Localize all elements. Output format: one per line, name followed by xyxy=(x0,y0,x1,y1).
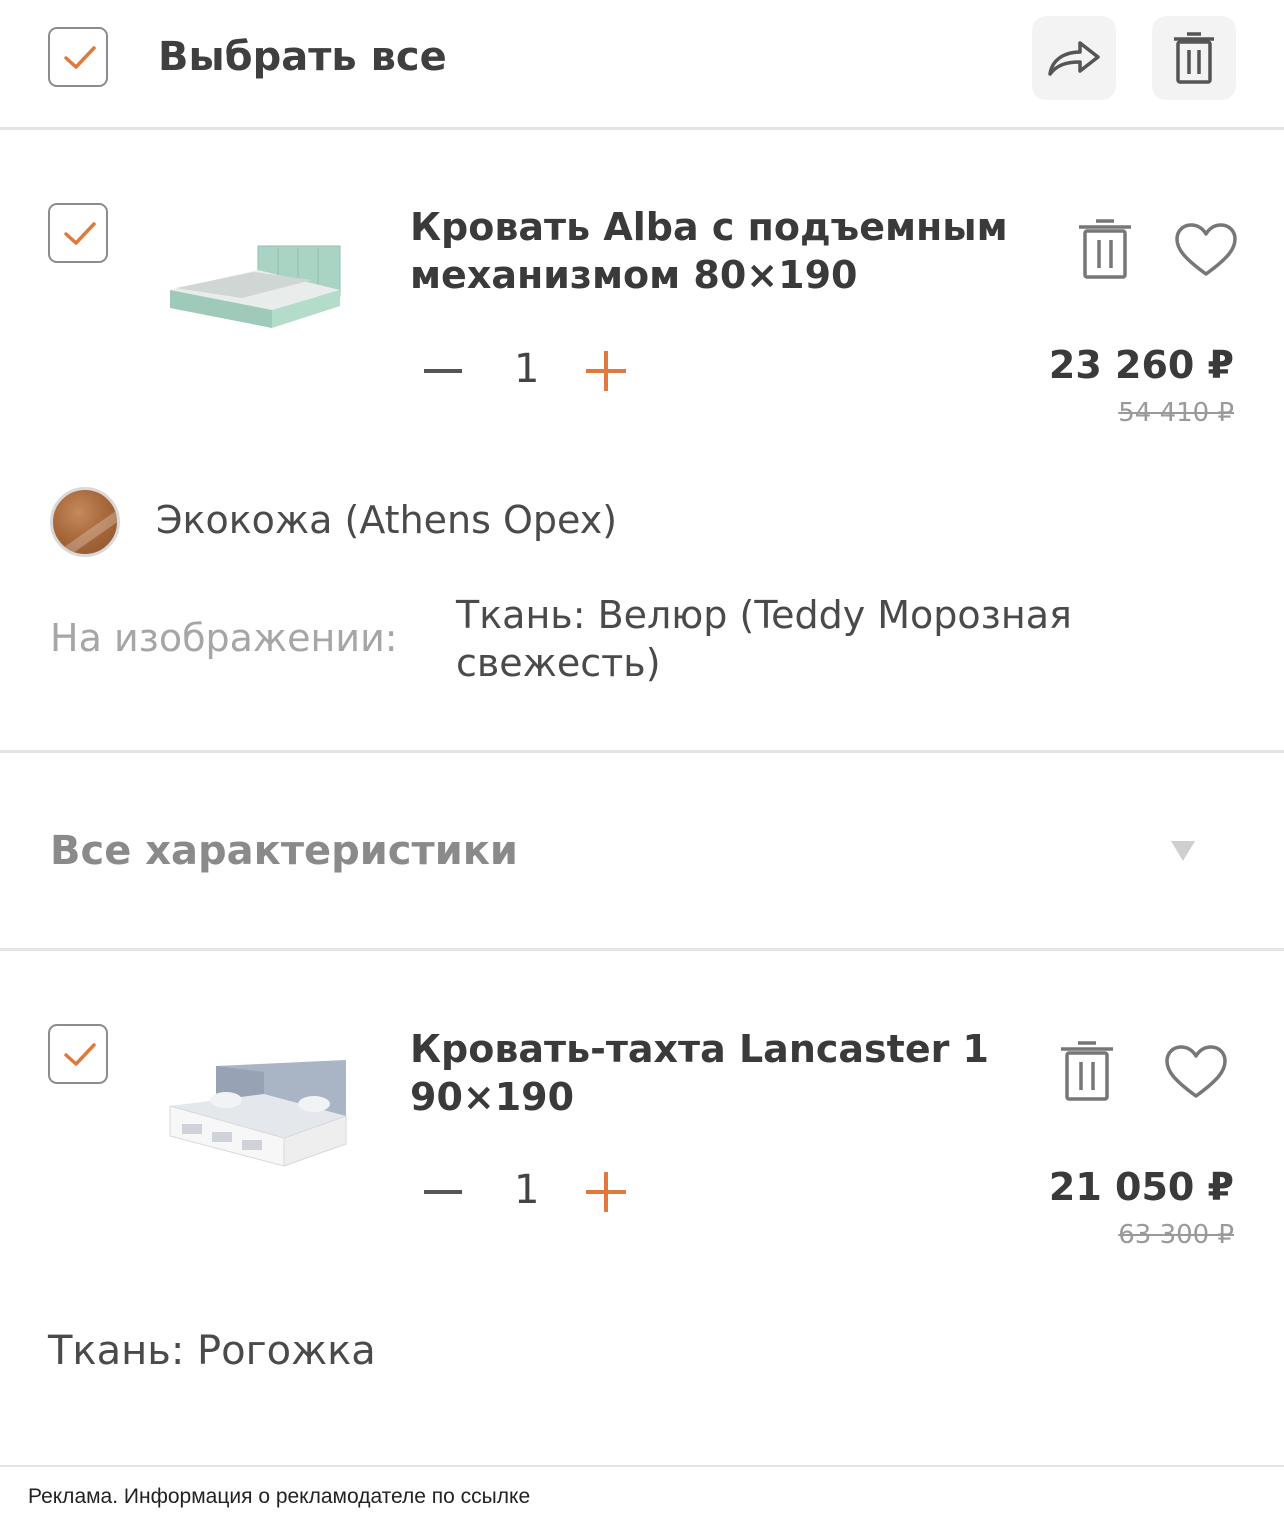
product-2-favorite-icon[interactable] xyxy=(1164,1044,1228,1100)
product-2-image[interactable] xyxy=(164,1058,352,1170)
product-1-qty-value[interactable]: 1 xyxy=(514,346,539,392)
product-1-material-swatch[interactable] xyxy=(50,487,120,557)
product-2-price: 21 050 ₽ xyxy=(1048,1165,1234,1209)
product-1-qty-increase[interactable] xyxy=(586,351,626,391)
product-2-qty-increase[interactable] xyxy=(586,1172,626,1212)
specs-divider xyxy=(0,948,1284,951)
checkmark-icon xyxy=(64,222,96,245)
all-specs-toggle[interactable]: Все характеристики xyxy=(50,828,518,874)
ad-disclaimer-link[interactable]: Реклама. Информация о рекламодателе по с… xyxy=(28,1485,530,1509)
image-caption-value-line2: свежесть) xyxy=(456,641,661,685)
product-1-qty-decrease[interactable] xyxy=(424,369,462,373)
share-icon xyxy=(1048,41,1100,76)
chevron-down-icon[interactable] xyxy=(1170,840,1196,862)
product-1-image[interactable] xyxy=(162,240,348,340)
product-2-fabric-label: Ткань: Рогожка xyxy=(48,1328,376,1374)
product-1-divider xyxy=(0,750,1284,753)
image-caption-value-line1: Ткань: Велюр (Teddy Морозная xyxy=(456,593,1072,637)
trash-icon xyxy=(1174,32,1214,84)
product-2-checkbox[interactable] xyxy=(48,1024,108,1084)
product-1-delete-icon[interactable] xyxy=(1078,218,1132,280)
select-all-checkbox[interactable] xyxy=(48,27,108,87)
checkmark-icon xyxy=(64,1043,96,1066)
product-1-old-price: 54 410 ₽ xyxy=(1118,398,1234,428)
product-1-material-label: Экокожа (Athens Opex) xyxy=(156,498,618,542)
product-1-title-line1: Кровать Alba с подъемным xyxy=(410,205,1008,249)
product-1-checkbox[interactable] xyxy=(48,203,108,263)
product-1-price: 23 260 ₽ xyxy=(1048,343,1234,387)
select-all-label: Выбрать все xyxy=(158,34,447,80)
checkmark-icon xyxy=(64,46,96,69)
delete-selected-button[interactable] xyxy=(1152,16,1236,100)
product-2-title-line2: 90×190 xyxy=(410,1075,575,1119)
product-1-title[interactable]: Кровать Alba с подъемным механизмом 80×1… xyxy=(410,203,1008,299)
product-2-title[interactable]: Кровать-тахта Lancaster 1 90×190 xyxy=(410,1025,989,1121)
header-divider xyxy=(0,127,1284,130)
image-caption-value: Ткань: Велюр (Teddy Морозная свежесть) xyxy=(456,591,1216,687)
product-2-delete-icon[interactable] xyxy=(1060,1040,1114,1102)
share-button[interactable] xyxy=(1032,16,1116,100)
product-2-qty-decrease[interactable] xyxy=(424,1190,462,1194)
product-1-favorite-icon[interactable] xyxy=(1174,222,1238,278)
product-2-old-price: 63 300 ₽ xyxy=(1118,1220,1234,1250)
product-2-qty-value[interactable]: 1 xyxy=(514,1167,539,1213)
image-caption-key: На изображении: xyxy=(50,616,398,660)
product-1-title-line2: механизмом 80×190 xyxy=(410,253,858,297)
cart-page: Выбрать все Кровать Alba с подъемным мех… xyxy=(0,0,1284,1537)
product-2-title-line1: Кровать-тахта Lancaster 1 xyxy=(410,1027,989,1071)
footer-divider xyxy=(0,1465,1284,1467)
